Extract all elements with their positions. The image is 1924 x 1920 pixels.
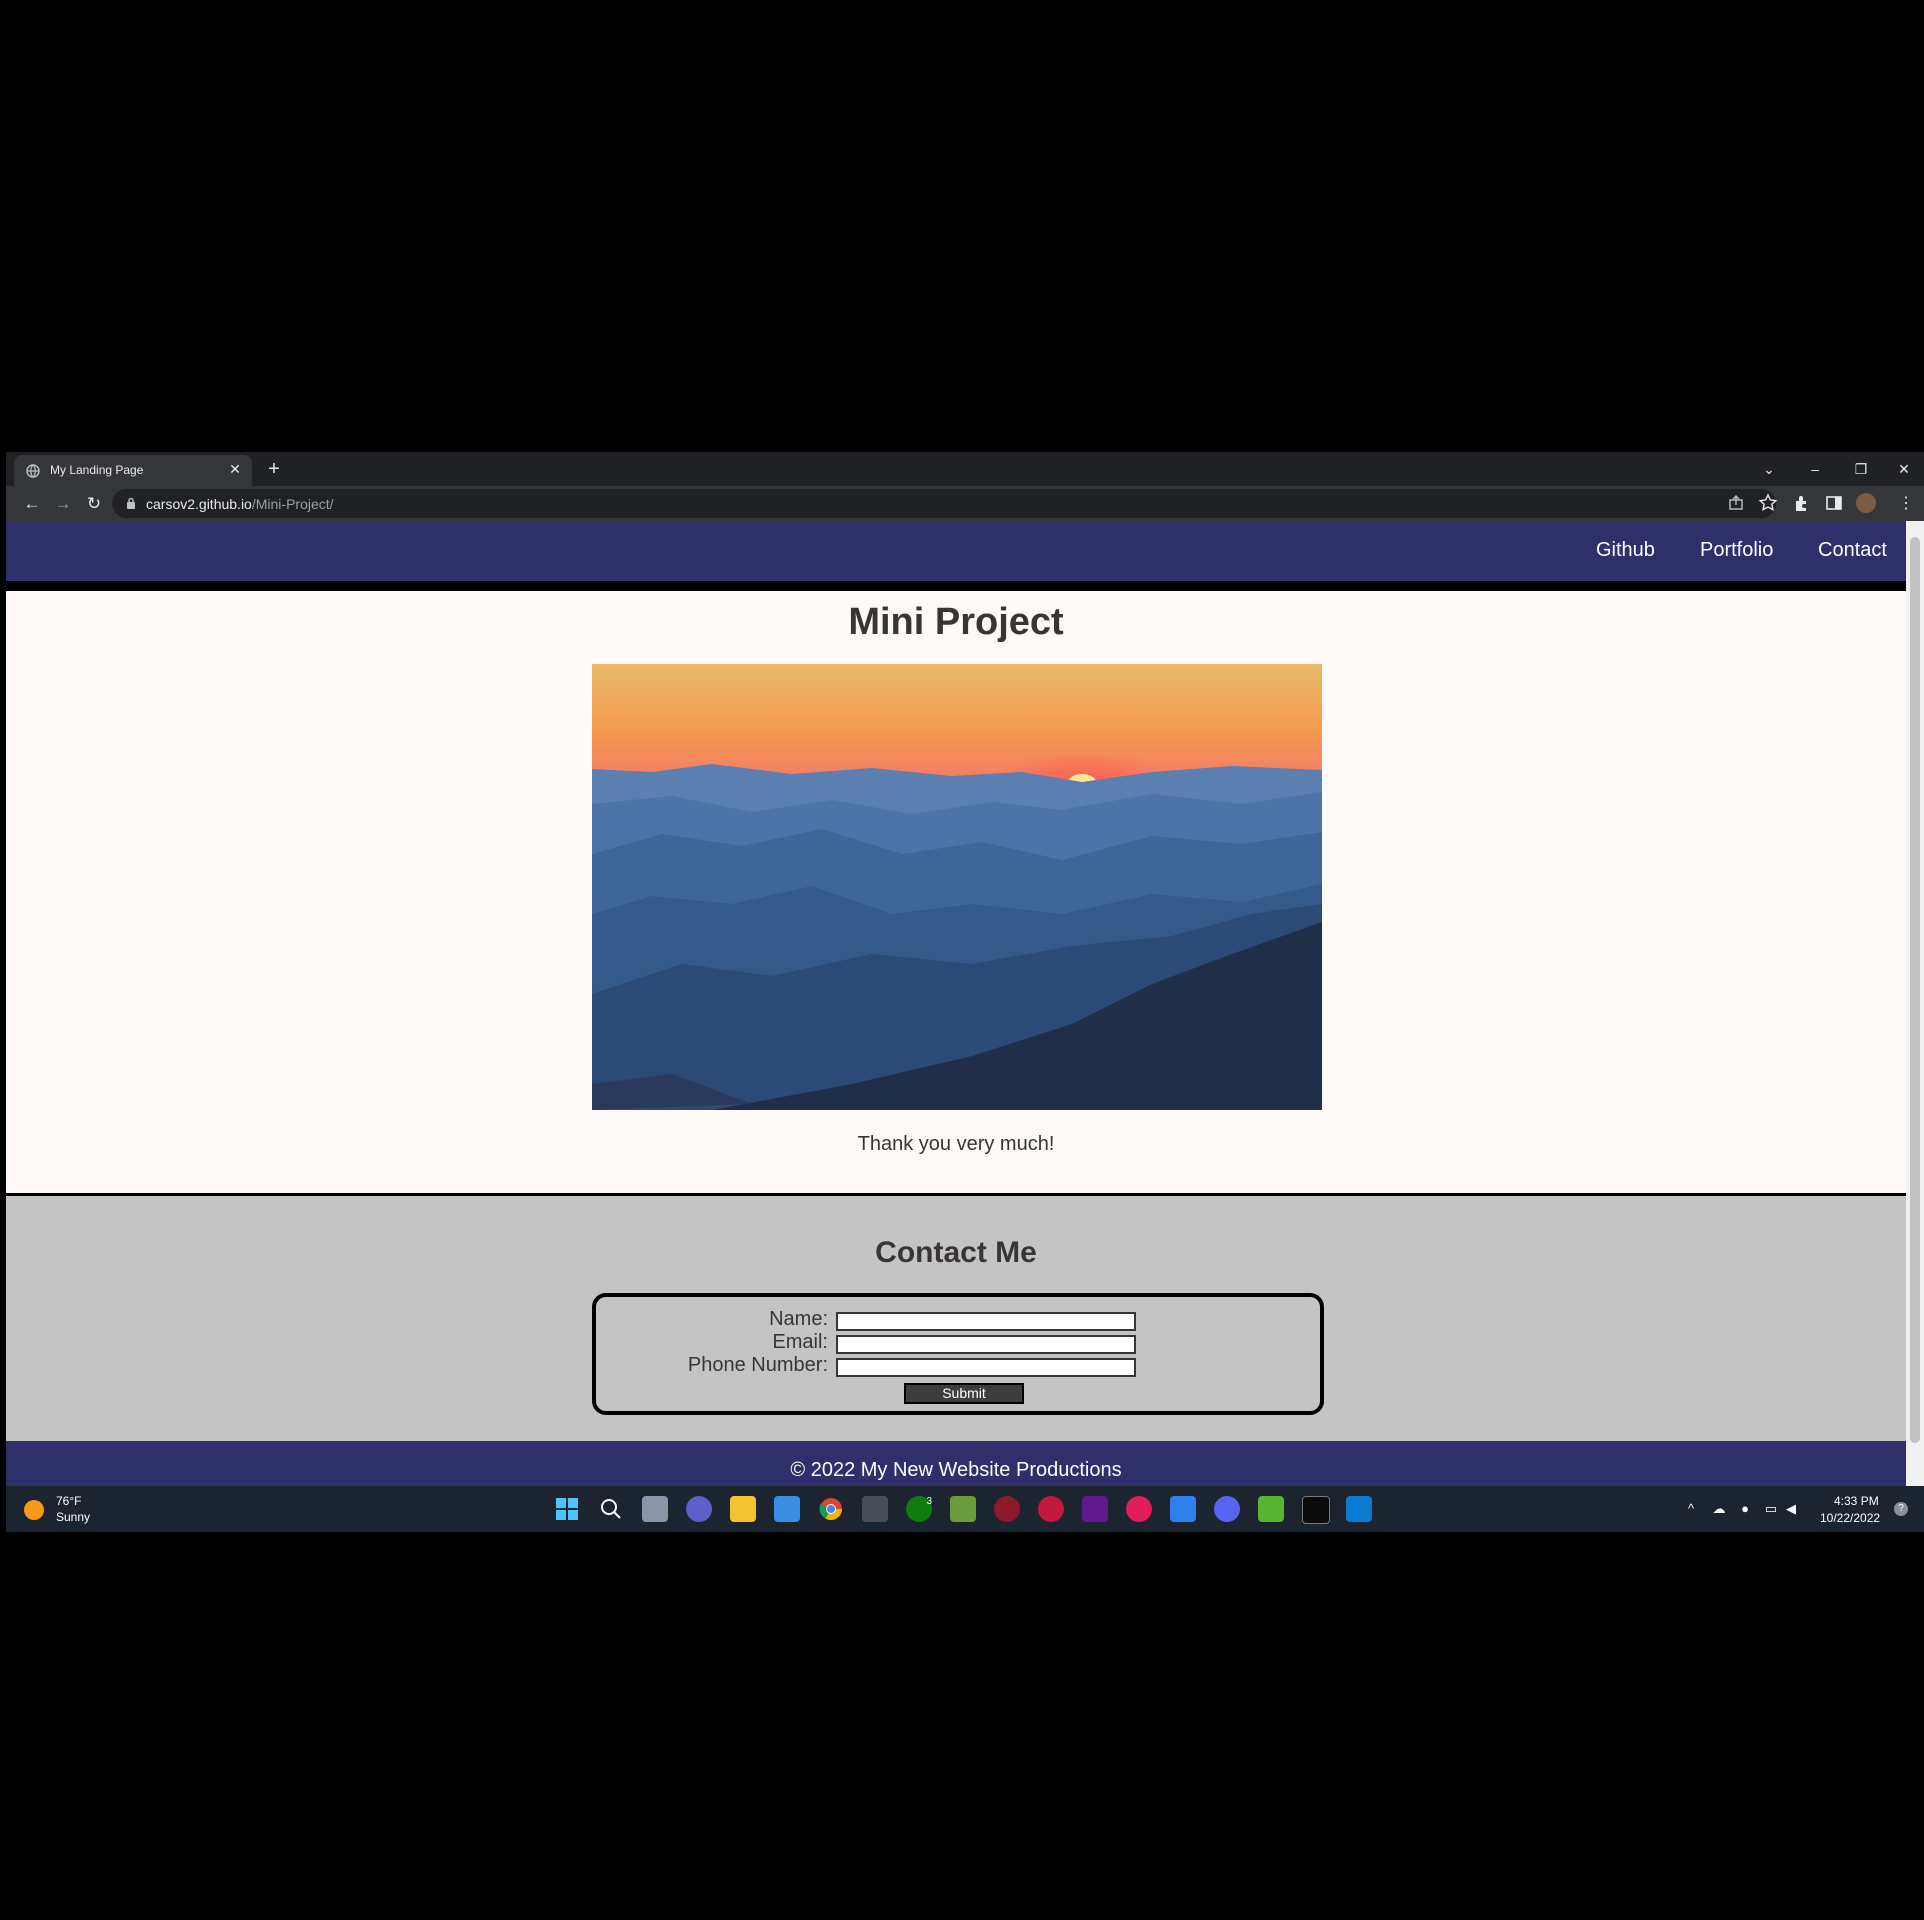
notifications-icon[interactable]: ? [1894,1502,1908,1516]
file-explorer-icon[interactable] [730,1496,756,1522]
new-tab-button[interactable]: + [262,458,286,482]
tray-overflow-icon[interactable]: ^ [1682,1500,1700,1518]
vscode-icon[interactable] [1346,1496,1372,1522]
profile-avatar[interactable] [1856,493,1876,513]
teams-chat-icon[interactable] [686,1496,712,1522]
task-view-icon[interactable] [642,1496,668,1522]
volume-icon[interactable]: ◀ [1782,1500,1800,1518]
minimize-icon[interactable]: – [1792,452,1838,486]
email-input[interactable] [836,1335,1136,1354]
scrollbar-thumb[interactable] [1910,537,1920,1443]
slack-icon[interactable] [1126,1496,1152,1522]
weather-description[interactable]: Sunny [56,1510,90,1524]
clock-date[interactable]: 10/22/2022 [1820,1511,1880,1525]
nzxt-cam-icon[interactable] [1082,1496,1108,1522]
nav-link-contact[interactable]: Contact [1818,539,1887,562]
share-icon[interactable] [1726,493,1746,513]
audio-app-icon[interactable] [1038,1496,1064,1522]
xbox-icon[interactable]: 3 [906,1496,932,1522]
email-label: Email: [772,1331,828,1353]
screen: My Landing Page ✕ + ⌄ – ❐ ✕ ← → ↻ carsov… [6,452,1924,1532]
phone-label: Phone Number: [687,1354,828,1376]
browser-tab[interactable]: My Landing Page ✕ [14,455,252,486]
url-text: carsov2.github.io/Mini-Project/ [146,496,334,512]
url-host: carsov2.github.io [146,496,252,512]
url-path: /Mini-Project/ [251,496,334,512]
network-icon[interactable]: ▭ [1762,1500,1780,1518]
start-icon[interactable] [554,1496,580,1522]
sun-icon[interactable] [24,1500,44,1520]
copyright-text: © 2022 My New Website Productions [790,1459,1122,1481]
extensions-icon[interactable] [1792,493,1812,513]
tab-close-icon[interactable]: ✕ [226,460,244,478]
side-panel-icon[interactable] [1824,493,1844,513]
tab-search-icon[interactable]: ⌄ [1746,452,1792,486]
phone-input[interactable] [836,1358,1136,1377]
globe-icon [26,464,40,478]
microphone-icon[interactable]: ● [1736,1500,1754,1518]
bookmark-star-icon[interactable] [1758,493,1778,513]
clock-time[interactable]: 4:33 PM [1834,1494,1879,1508]
site-footer: © 2022 My New Website Productions [6,1441,1906,1486]
contact-title: Contact Me [875,1236,1037,1269]
page-scrollbar[interactable] [1906,521,1924,1486]
search-icon[interactable] [598,1496,624,1522]
chrome-icon[interactable] [818,1496,844,1522]
nvidia-app-icon[interactable] [1258,1496,1284,1522]
hero-image [592,664,1322,1110]
web-page: Github Portfolio Contact Mini Project Th… [6,521,1906,1486]
page-title: Mini Project [848,601,1064,643]
address-bar[interactable]: carsov2.github.io/Mini-Project/ [112,489,1776,518]
reload-icon[interactable]: ↻ [80,490,108,518]
nav-link-github[interactable]: Github [1596,539,1655,562]
more-menu-icon[interactable]: ⋮ [1892,490,1920,518]
forward-icon[interactable]: → [49,490,77,518]
browser-toolbar: ← → ↻ carsov2.github.io/Mini-Project/ ⋮ [6,486,1924,521]
name-label: Name: [769,1308,828,1330]
browser-tab-strip: My Landing Page ✕ + ⌄ – ❐ ✕ [6,452,1924,486]
unity-icon[interactable] [862,1496,888,1522]
terminal-icon[interactable] [1302,1496,1330,1524]
xbox-badge: 3 [926,1496,932,1507]
name-input[interactable] [836,1312,1136,1331]
submit-button[interactable]: Submit [904,1383,1024,1404]
minecraft-icon[interactable] [950,1496,976,1522]
git-app-icon[interactable] [1170,1496,1196,1522]
weather-temperature[interactable]: 76°F [56,1494,81,1508]
taskbar: 76°F Sunny 3 ^ ☁ ● ▭ ◀ 4:33 PM 10/22/202… [6,1486,1924,1532]
lock-icon [127,497,135,509]
restore-icon[interactable]: ❐ [1838,452,1884,486]
discord-icon[interactable] [1214,1496,1240,1522]
contact-section: Contact Me Name: Email: Phone Number: Su… [6,1193,1906,1444]
site-header: Github Portfolio Contact [6,521,1906,591]
close-window-icon[interactable]: ✕ [1884,452,1924,486]
nav-link-portfolio[interactable]: Portfolio [1700,539,1773,562]
gtw-app-icon[interactable] [994,1496,1020,1522]
tab-title: My Landing Page [50,463,144,477]
microsoft-store-icon[interactable] [774,1496,800,1522]
onedrive-icon[interactable]: ☁ [1710,1500,1728,1518]
back-icon[interactable]: ← [18,490,46,518]
contact-form: Name: Email: Phone Number: Submit [592,1293,1324,1415]
thank-you-text: Thank you very much! [857,1133,1055,1155]
